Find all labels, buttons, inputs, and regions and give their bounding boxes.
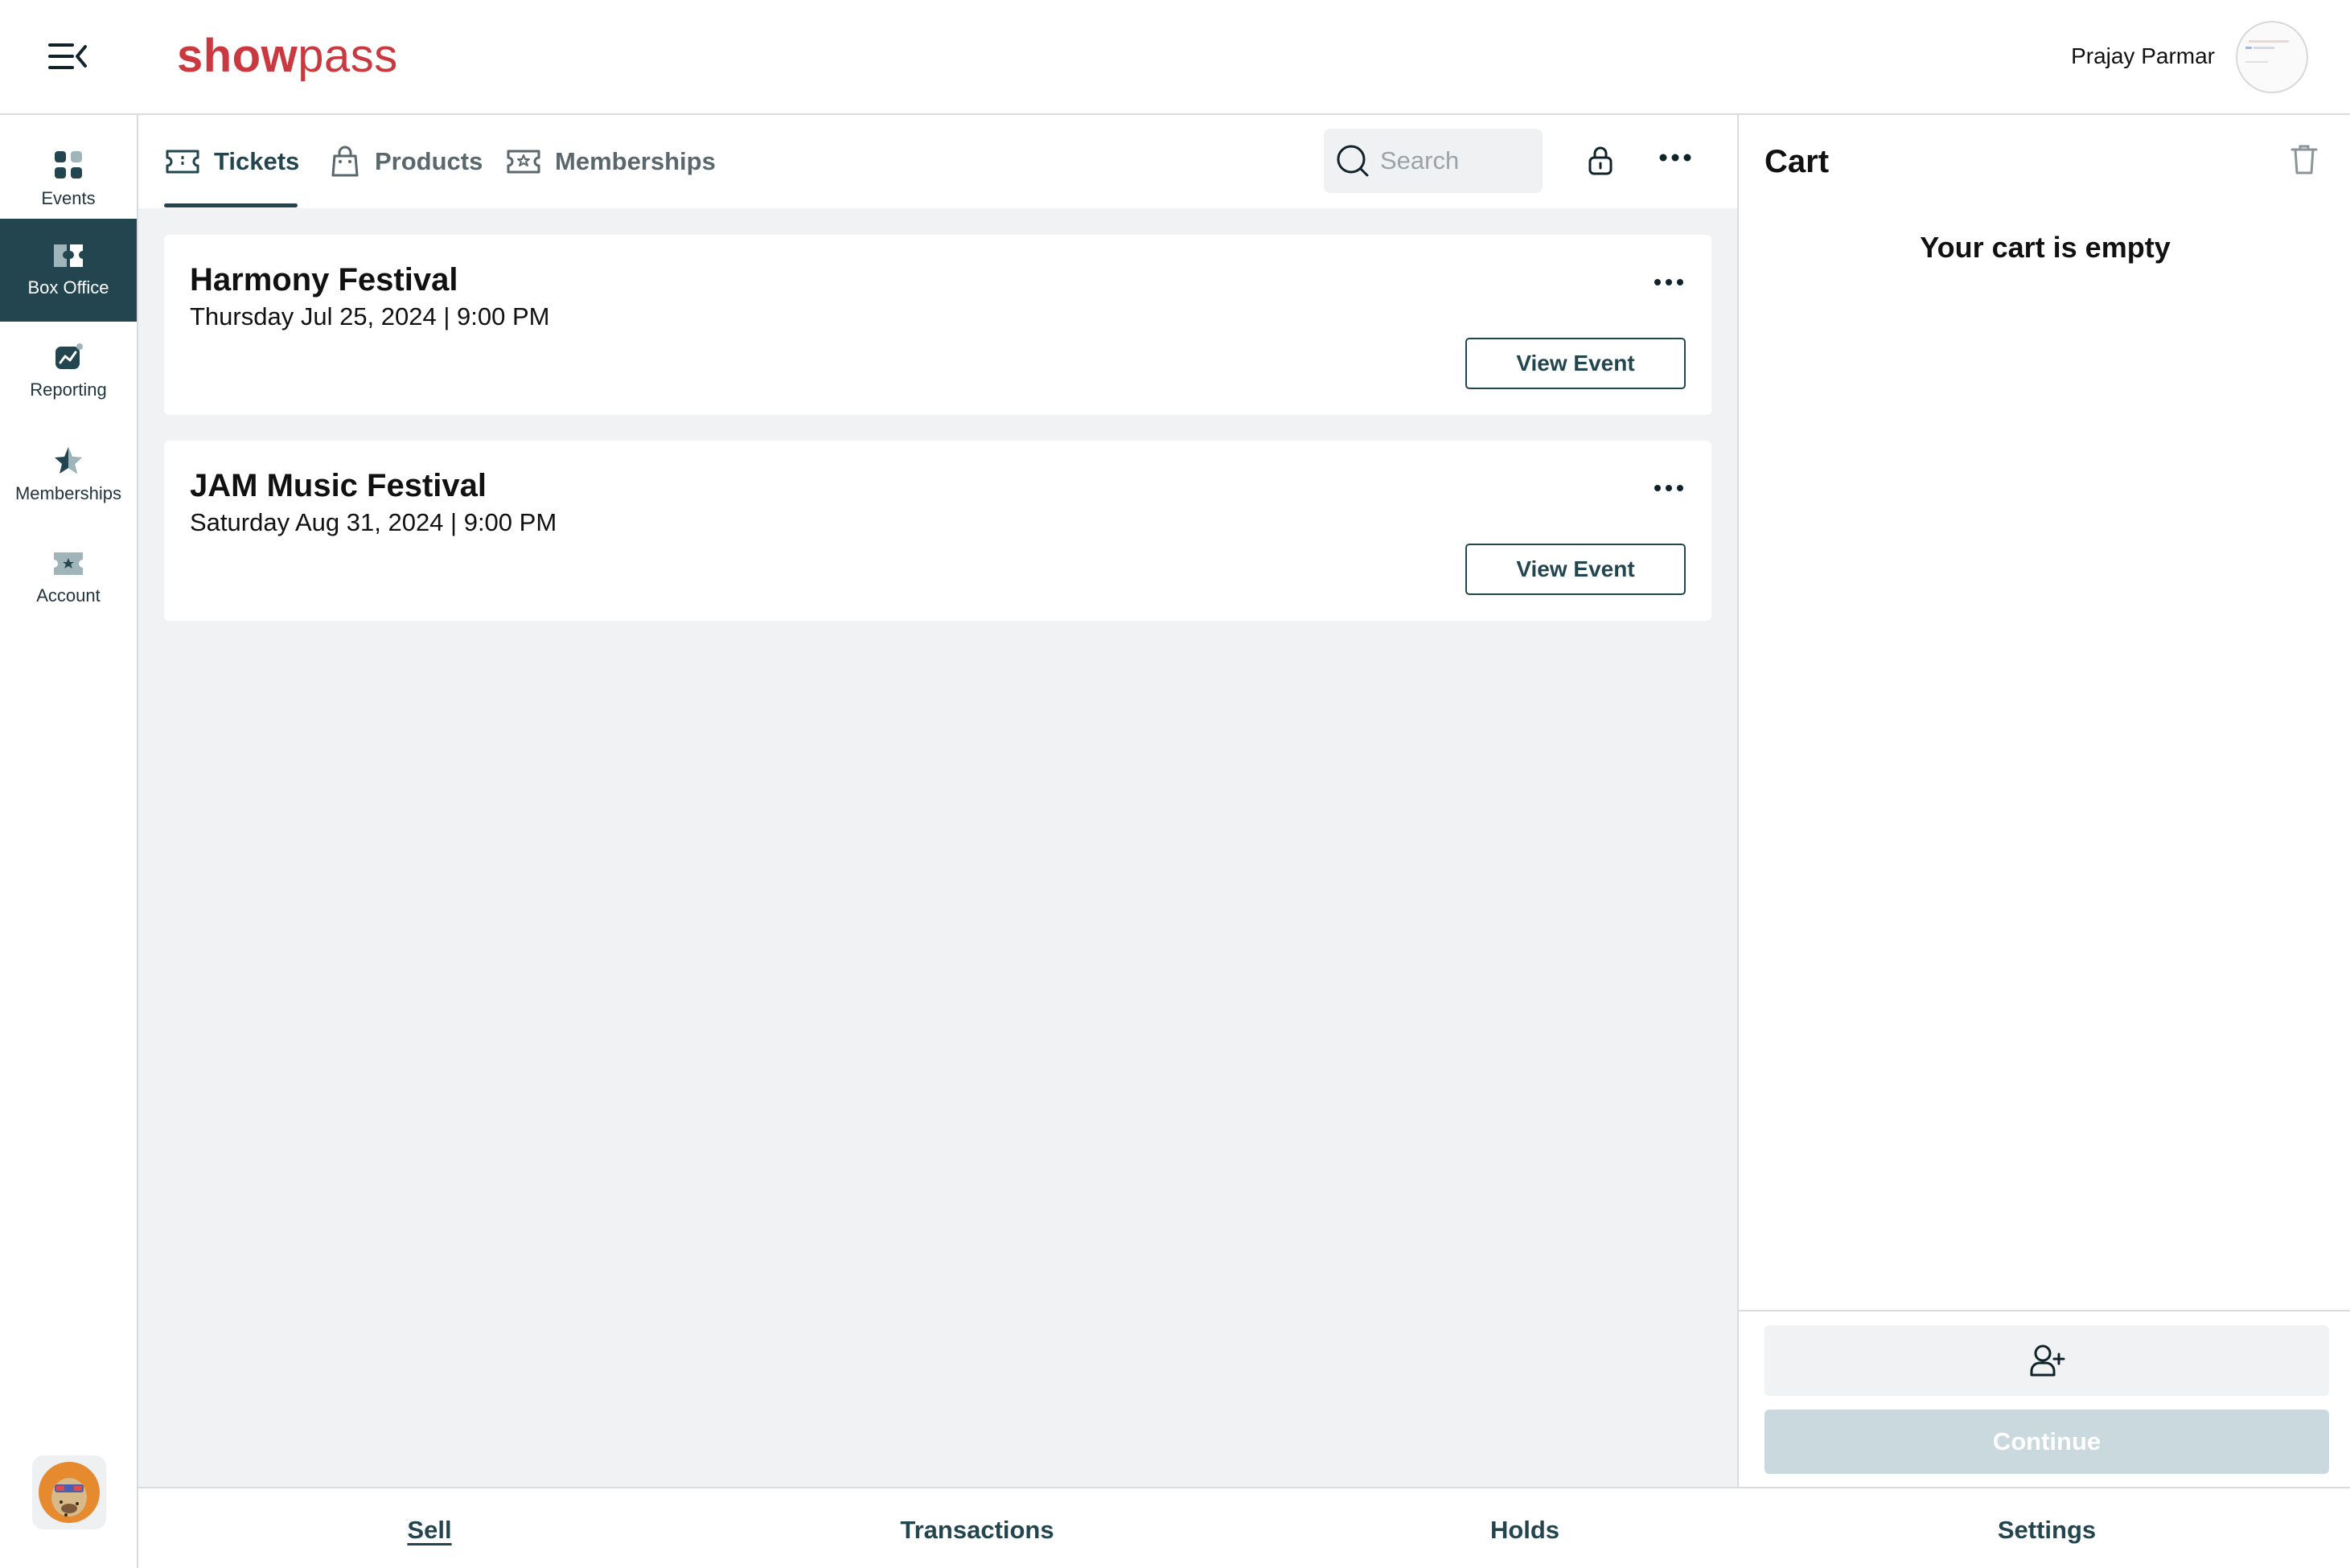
event-more-options-icon[interactable]	[1654, 482, 1684, 497]
chart-icon	[55, 343, 83, 369]
add-customer-button[interactable]	[1765, 1325, 2329, 1396]
bottom-nav-holds[interactable]: Holds	[1490, 1513, 1559, 1548]
bottom-nav-settings[interactable]: Settings	[1998, 1513, 2096, 1548]
sidebar-item-label: Memberships	[14, 483, 122, 503]
cart-title: Cart	[1765, 144, 1830, 179]
event-title: Harmony Festival	[190, 262, 458, 298]
user-avatar[interactable]	[2236, 21, 2308, 93]
shopping-bag-icon	[331, 146, 359, 177]
sidebar-item-label: Account	[36, 585, 101, 605]
sidebar-item-box-office[interactable]: Box Office	[0, 219, 137, 322]
cart-empty-message: Your cart is empty	[1920, 231, 2171, 264]
tab-memberships[interactable]: Memberships	[505, 139, 716, 184]
tabs-bar: Tickets Products Memberships	[138, 115, 1737, 208]
account-ticket-icon	[54, 552, 83, 575]
sidebar-item-events[interactable]: Events	[0, 128, 137, 231]
tab-label: Memberships	[555, 147, 716, 175]
cart-panel: Cart Your cart is empty Continue	[1737, 115, 2350, 1487]
sidebar-item-memberships[interactable]: Memberships	[0, 424, 137, 527]
trash-icon[interactable]	[2289, 142, 2319, 180]
bottom-nav: Sell Transactions Holds Settings	[138, 1487, 2350, 1568]
tab-label: Tickets	[214, 147, 300, 175]
tab-label: Products	[375, 147, 483, 175]
bottom-nav-transactions[interactable]: Transactions	[900, 1513, 1054, 1548]
showpass-logo[interactable]: showpass	[177, 24, 398, 88]
event-card: JAM Music Festival Saturday Aug 31, 2024…	[164, 441, 1711, 621]
view-event-button[interactable]: View Event	[1465, 338, 1686, 389]
cart-divider	[1739, 1310, 2350, 1311]
main-content: Tickets Products Memberships Search Harm…	[138, 115, 1737, 1487]
search-icon	[1337, 145, 1369, 177]
sidebar-item-account[interactable]: Account	[0, 527, 137, 630]
app-root: showpass Prajay Parmar Events Box Office…	[0, 0, 2350, 1568]
search-box[interactable]	[1324, 129, 1543, 193]
top-header: showpass Prajay Parmar	[0, 0, 2350, 115]
event-date: Thursday Jul 25, 2024 | 9:00 PM	[190, 302, 550, 330]
more-options-icon[interactable]	[1658, 152, 1692, 167]
event-date: Saturday Aug 31, 2024 | 9:00 PM	[190, 508, 557, 536]
menu-collapse-icon[interactable]	[45, 39, 90, 74]
lock-icon[interactable]	[1586, 144, 1615, 180]
user-name: Prajay Parmar	[2071, 43, 2215, 68]
search-input[interactable]	[1380, 146, 1525, 175]
grid-icon	[55, 151, 82, 179]
sidebar-nav: Events Box Office Reporting Memberships	[0, 115, 138, 1568]
bottom-nav-sell[interactable]: Sell	[407, 1513, 451, 1548]
ticket-outline-icon	[166, 150, 199, 174]
membership-ticket-icon	[507, 150, 540, 174]
event-title: JAM Music Festival	[190, 468, 487, 503]
sidebar-item-label: Box Office	[27, 277, 109, 298]
sidebar-item-reporting[interactable]: Reporting	[0, 321, 137, 424]
add-user-icon	[2030, 1344, 2065, 1377]
profile-avatar[interactable]	[32, 1455, 106, 1529]
active-tab-indicator	[164, 203, 298, 207]
view-event-button[interactable]: View Event	[1465, 544, 1686, 595]
star-badge-icon	[55, 447, 82, 474]
sidebar-item-label: Reporting	[30, 380, 107, 400]
continue-button[interactable]: Continue	[1765, 1410, 2329, 1474]
event-more-options-icon[interactable]	[1654, 277, 1684, 291]
tab-tickets[interactable]: Tickets	[164, 139, 299, 184]
event-card: Harmony Festival Thursday Jul 25, 2024 |…	[164, 235, 1711, 415]
ticket-icon	[54, 244, 83, 267]
tab-products[interactable]: Products	[328, 139, 483, 184]
sidebar-item-label: Events	[41, 188, 96, 208]
